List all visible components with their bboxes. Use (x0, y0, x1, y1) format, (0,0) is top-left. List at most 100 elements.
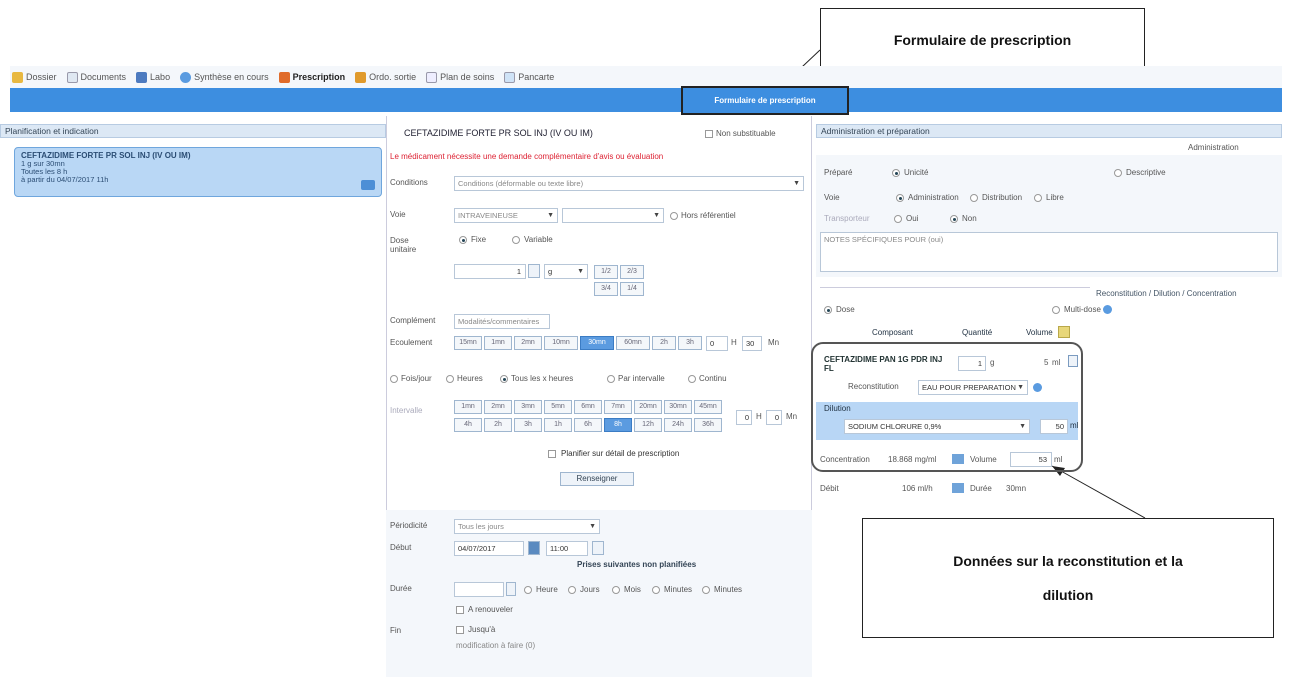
duree-chip-4[interactable]: 10mn (544, 336, 578, 350)
dose-variable-radio[interactable] (512, 236, 520, 244)
interval-chip[interactable]: 3h (514, 418, 542, 432)
volume-input[interactable]: 53 (1010, 452, 1052, 467)
interval-chip[interactable]: 1mn (454, 400, 482, 414)
toolbar-ordo[interactable]: Ordo. sortie (355, 71, 416, 83)
duree2-radio-1[interactable] (524, 586, 532, 594)
prepared-radio-2[interactable] (1114, 169, 1122, 177)
conditions-select[interactable]: Conditions (déformable ou texte libre) (454, 176, 804, 191)
voie-detail-select[interactable] (562, 208, 664, 223)
duree-chip-5[interactable]: 30mn (580, 336, 614, 350)
duree2-radio-2[interactable] (568, 586, 576, 594)
interval-chip[interactable]: 12h (634, 418, 662, 432)
duree-chip-3[interactable]: 2mn (514, 336, 542, 350)
interval-chip[interactable]: 2h (484, 418, 512, 432)
duree2-input[interactable] (454, 582, 504, 597)
duree-chip-1[interactable]: 15mn (454, 336, 482, 350)
toolbar-synthese[interactable]: Synthèse en cours (180, 71, 269, 83)
col-header-quantite: Quantité (962, 328, 993, 337)
delete-component-icon[interactable] (1068, 355, 1078, 367)
dose-chip-4[interactable]: 1/4 (620, 282, 644, 296)
duree2-radio-4[interactable] (652, 586, 660, 594)
dilution-select[interactable]: SODIUM CHLORURE 0,9% (844, 419, 1030, 434)
toolbar-documents[interactable]: Documents (66, 71, 126, 83)
duree2-stepper[interactable] (506, 582, 516, 596)
duree2-radio-3[interactable] (612, 586, 620, 594)
dose-chip-1[interactable]: 1/2 (594, 265, 618, 279)
hors-ref-radio[interactable] (670, 212, 678, 220)
interval-chip[interactable]: 6mn (574, 400, 602, 414)
toolbar-labo[interactable]: Labo (136, 71, 170, 83)
reconstitution-help-icon[interactable] (1033, 383, 1042, 392)
interval-chip[interactable]: 7mn (604, 400, 632, 414)
interval-h-input[interactable]: 0 (736, 410, 752, 425)
complement-input[interactable]: Modalités/commentaires (454, 314, 550, 329)
interval-chip[interactable]: 2mn (484, 400, 512, 414)
toolbar-prescription[interactable]: Prescription (278, 71, 345, 83)
interval-chip[interactable]: 36h (694, 418, 722, 432)
voie-radio-3[interactable] (1034, 194, 1042, 202)
calendar-icon[interactable] (528, 541, 540, 555)
interval-chip[interactable]: 20mn (634, 400, 662, 414)
card-icon[interactable] (361, 180, 375, 190)
duree-chip-7[interactable]: 2h (652, 336, 676, 350)
planifier-checkbox[interactable] (548, 450, 556, 458)
interval-chip[interactable]: 30mn (664, 400, 692, 414)
interval-chip[interactable]: 3mn (514, 400, 542, 414)
clock-icon[interactable] (592, 541, 604, 555)
calc-icon[interactable] (952, 454, 964, 464)
debit-calc-icon[interactable] (952, 483, 964, 493)
perfusion-radio-2[interactable] (950, 215, 958, 223)
toolbar-pancarte[interactable]: Pancarte (504, 71, 554, 83)
fin-checkbox[interactable] (456, 626, 464, 634)
duree-h-input[interactable]: 0 (706, 336, 728, 351)
renouveler-checkbox[interactable] (456, 606, 464, 614)
dose-fixe-radio[interactable] (459, 236, 467, 244)
dose-chip-2[interactable]: 2/3 (620, 265, 644, 279)
debut-date-input[interactable]: 04/07/2017 (454, 541, 524, 556)
toolbar-plan-soins[interactable]: Plan de soins (426, 71, 494, 83)
periodicite-select[interactable]: Tous les jours (454, 519, 600, 534)
interval-chip[interactable]: 5mn (544, 400, 572, 414)
debut-time-input[interactable]: 11:00 (546, 541, 588, 556)
interval-chip[interactable]: 8h (604, 418, 632, 432)
multidose-radio[interactable] (1052, 306, 1060, 314)
dose-chip-3[interactable]: 3/4 (594, 282, 618, 296)
prescription-card[interactable]: CEFTAZIDIME FORTE PR SOL INJ (IV OU IM) … (14, 147, 382, 197)
add-component-icon[interactable] (1058, 326, 1070, 338)
dose-value-input[interactable]: 1 (454, 264, 526, 279)
interval-chip[interactable]: 1h (544, 418, 572, 432)
freq-radio-2[interactable] (446, 375, 454, 383)
duree-mn-input[interactable]: 30 (742, 336, 762, 351)
non-substituable-checkbox[interactable] (705, 130, 713, 138)
administration-tab[interactable]: Administration (1188, 143, 1239, 152)
renseigner-button[interactable]: Renseigner (560, 472, 634, 486)
freq-radio-4[interactable] (607, 375, 615, 383)
component-qty-input[interactable]: 1 (958, 356, 986, 371)
freq-radio-3[interactable] (500, 375, 508, 383)
perfusion-radio-1[interactable] (894, 215, 902, 223)
complement-label: Complément (390, 316, 436, 325)
voie-radio-1[interactable] (896, 194, 904, 202)
duree2-radio-5[interactable] (702, 586, 710, 594)
prepared-radio-1[interactable] (892, 169, 900, 177)
help-icon[interactable] (1103, 305, 1112, 314)
interval-chip[interactable]: 4h (454, 418, 482, 432)
voie-select[interactable]: INTRAVEINEUSE (454, 208, 558, 223)
duree-chip-8[interactable]: 3h (678, 336, 702, 350)
dose-radio[interactable] (824, 306, 832, 314)
dose-stepper[interactable] (528, 264, 540, 278)
freq-radio-1[interactable] (390, 375, 398, 383)
interval-min-input[interactable]: 0 (766, 410, 782, 425)
interval-chip[interactable]: 24h (664, 418, 692, 432)
toolbar-dossier[interactable]: Dossier (12, 71, 57, 83)
notes-textarea[interactable]: NOTES SPÉCIFIQUES POUR (oui) (820, 232, 1278, 272)
duree-chip-6[interactable]: 60mn (616, 336, 650, 350)
reconstitution-select[interactable]: EAU POUR PREPARATION (918, 380, 1028, 395)
duree-chip-2[interactable]: 1mn (484, 336, 512, 350)
freq-radio-5[interactable] (688, 375, 696, 383)
interval-chip[interactable]: 6h (574, 418, 602, 432)
voie-radio-2[interactable] (970, 194, 978, 202)
interval-chip[interactable]: 45mn (694, 400, 722, 414)
dilution-volume-input[interactable]: 50 (1040, 419, 1068, 434)
dose-unit-select[interactable]: g (544, 264, 588, 279)
